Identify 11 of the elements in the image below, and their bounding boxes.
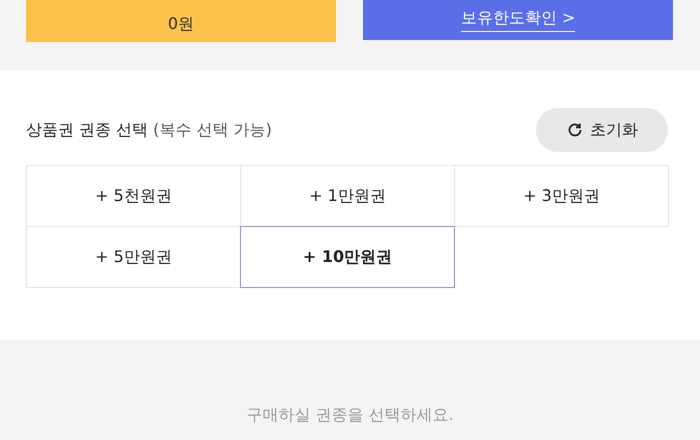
limit-check-button[interactable]: 보유한도확인 > (363, 0, 673, 40)
reset-button[interactable]: 초기화 (536, 108, 668, 152)
voucher-option[interactable]: + 10만원권 (240, 226, 455, 288)
section-title: 상품권 권종 선택 (26, 120, 148, 140)
voucher-option[interactable]: + 5만원권 (26, 226, 241, 288)
voucher-option[interactable]: + 3만원권 (454, 165, 669, 227)
section-subtitle: (복수 선택 가능) (153, 120, 273, 140)
voucher-option[interactable]: + 5천원권 (26, 165, 241, 227)
hint-text: 구매하실 권종을 선택하세요. (246, 405, 454, 426)
amount-button[interactable]: 0원 (26, 0, 336, 42)
refresh-icon (566, 121, 584, 139)
